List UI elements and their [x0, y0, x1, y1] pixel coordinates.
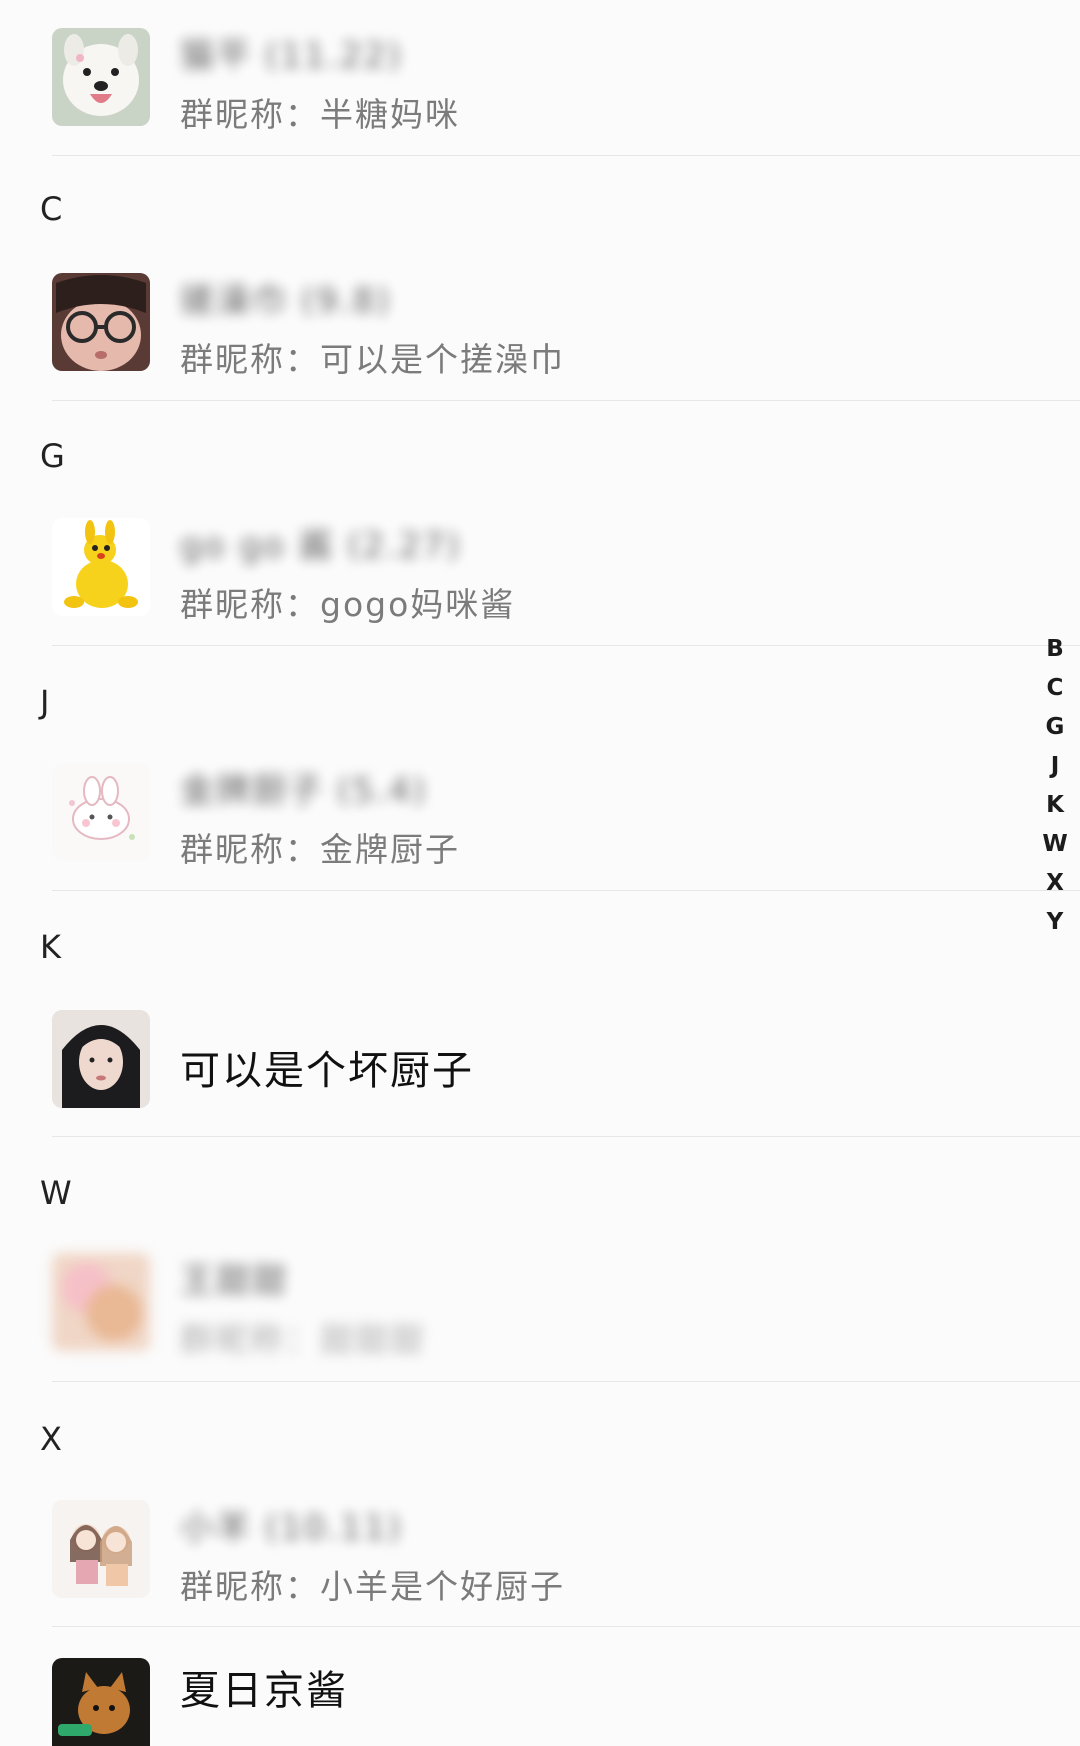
nickname-value: 小羊是个好厨子: [320, 1567, 565, 1606]
contact-name: 猫平 (11.22): [180, 36, 403, 76]
contact-item[interactable]: 夏日京酱: [0, 1630, 1080, 1746]
contact-item[interactable]: 王甜甜 群昵称：甜甜甜: [0, 1225, 1080, 1385]
nickname-value: 金牌厨子: [320, 830, 460, 869]
divider: [52, 645, 1080, 646]
contact-name: 夏日京酱: [180, 1668, 348, 1714]
contact-name: 小羊 (10.11): [180, 1508, 403, 1548]
contact-name: 搓澡巾 (9.8): [180, 281, 392, 321]
samoyed-dog-avatar: [52, 28, 150, 126]
group-nickname: 群昵称：甜甜甜: [180, 1313, 425, 1361]
contact-item[interactable]: 金牌厨子 (5.4) 群昵称：金牌厨子: [0, 735, 1080, 895]
divider: [52, 890, 1080, 891]
kitten-avatar: [52, 1658, 150, 1746]
contact-name: 可以是个坏厨子: [180, 1048, 474, 1094]
section-letter-x: X: [40, 1420, 62, 1458]
nickname-prefix: 群昵称：: [180, 585, 320, 624]
divider: [52, 1381, 1080, 1382]
contact-item[interactable]: 小羊 (10.11) 群昵称：小羊是个好厨子: [0, 1472, 1080, 1632]
index-letter[interactable]: W: [1042, 825, 1068, 864]
nickname-prefix: 群昵称：: [180, 1320, 320, 1359]
section-letter-c: C: [40, 190, 63, 228]
kid-with-glasses-avatar: [52, 273, 150, 371]
index-letter[interactable]: X: [1042, 864, 1068, 903]
contact-name: 王甜甜: [180, 1261, 288, 1301]
yellow-kangaroo-toy-avatar: [52, 518, 150, 616]
index-letter[interactable]: C: [1042, 669, 1068, 708]
section-letter-k: K: [40, 928, 61, 966]
group-nickname: 群昵称：gogo妈咪酱: [180, 578, 515, 626]
group-nickname: 群昵称：小羊是个好厨子: [180, 1560, 565, 1608]
group-nickname: 群昵称：可以是个搓澡巾: [180, 333, 565, 381]
index-letter[interactable]: G: [1042, 708, 1068, 747]
index-letter[interactable]: Y: [1042, 903, 1068, 942]
nickname-value: 半糖妈咪: [320, 95, 460, 134]
section-letter-w: W: [40, 1174, 72, 1212]
nickname-prefix: 群昵称：: [180, 1567, 320, 1606]
divider: [52, 400, 1080, 401]
index-letter[interactable]: K: [1042, 786, 1068, 825]
contact-item[interactable]: 猫平 (11.22) 群昵称：半糖妈咪: [0, 0, 1080, 160]
section-letter-j: J: [40, 683, 50, 721]
index-letter[interactable]: B: [1042, 630, 1068, 669]
group-nickname: 群昵称：金牌厨子: [180, 823, 460, 871]
group-nickname: 群昵称：半糖妈咪: [180, 88, 460, 136]
divider: [52, 155, 1080, 156]
section-letter-g: G: [40, 437, 65, 475]
woman-selfie-avatar: [52, 1010, 150, 1108]
two-girls-cartoon-avatar: [52, 1500, 150, 1598]
nickname-value: gogo妈咪酱: [320, 585, 516, 624]
divider: [52, 1136, 1080, 1137]
index-letter[interactable]: J: [1042, 747, 1068, 786]
blurred-avatar: [52, 1253, 150, 1351]
nickname-value: 甜甜甜: [320, 1320, 425, 1359]
cute-bunny-sticker-avatar: [52, 763, 150, 861]
contact-name: 金牌厨子 (5.4): [180, 771, 428, 811]
contact-item[interactable]: 搓澡巾 (9.8) 群昵称：可以是个搓澡巾: [0, 245, 1080, 405]
alphabet-index[interactable]: B C G J K W X Y: [1042, 630, 1068, 942]
nickname-prefix: 群昵称：: [180, 95, 320, 134]
nickname-prefix: 群昵称：: [180, 340, 320, 379]
contact-item[interactable]: 可以是个坏厨子: [0, 980, 1080, 1140]
contact-name: go go 酱 (2.27): [180, 526, 462, 566]
divider: [52, 1626, 1080, 1627]
nickname-prefix: 群昵称：: [180, 830, 320, 869]
nickname-value: 可以是个搓澡巾: [320, 340, 565, 379]
contact-item[interactable]: go go 酱 (2.27) 群昵称：gogo妈咪酱: [0, 490, 1080, 650]
